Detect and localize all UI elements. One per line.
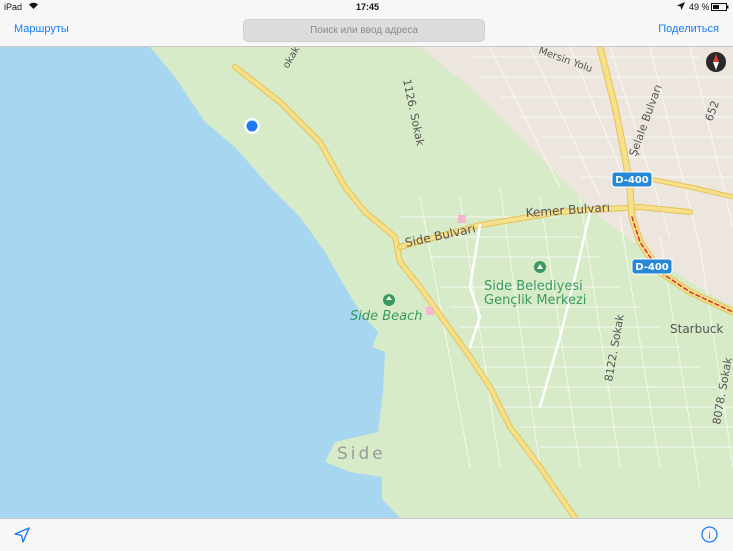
area-label-side: Side (337, 444, 386, 464)
park-icon (383, 294, 395, 306)
status-time: 17:45 (356, 2, 380, 12)
navigation-bar: Маршруты Поиск или ввод адреса Поделитьс… (0, 14, 733, 47)
poi-label-center-line1: Side Belediyesi (484, 279, 583, 294)
current-location-dot (244, 118, 260, 134)
highway-shield: D-400 (611, 171, 653, 188)
park-icon (534, 261, 546, 273)
status-bar: iPad 17:45 49 % (0, 0, 733, 14)
poi-pink-2 (426, 307, 434, 315)
svg-text:i: i (708, 531, 711, 542)
map-canvas[interactable]: D-400 D-400 Kemer Bulvarı Side Bulvarı 1… (0, 43, 733, 521)
poi-pink-1 (458, 215, 466, 223)
location-arrow-icon[interactable] (14, 527, 30, 548)
compass-icon[interactable] (706, 52, 726, 72)
share-button[interactable]: Поделиться (658, 23, 719, 35)
map-view[interactable]: D-400 D-400 Kemer Bulvarı Side Bulvarı 1… (0, 43, 733, 521)
location-arrow-icon (677, 2, 685, 12)
highway-shield: D-400 (631, 258, 673, 275)
poi-label-center-line2: Gençlik Merkezi (484, 293, 586, 308)
poi-label-starbucks: Starbuck (670, 322, 723, 336)
wifi-icon (28, 1, 39, 12)
battery-percent: 49 % (689, 2, 710, 12)
bottom-toolbar: i (0, 518, 733, 551)
routes-button[interactable]: Маршруты (14, 23, 69, 35)
battery-icon (711, 3, 729, 13)
device-name: iPad (4, 2, 23, 12)
info-icon[interactable]: i (701, 526, 718, 548)
highway-shield-label: D-400 (615, 175, 649, 186)
highway-shield-label: D-400 (635, 262, 669, 273)
poi-label-beach: Side Beach (350, 309, 423, 324)
search-input[interactable]: Поиск или ввод адреса (243, 19, 485, 42)
